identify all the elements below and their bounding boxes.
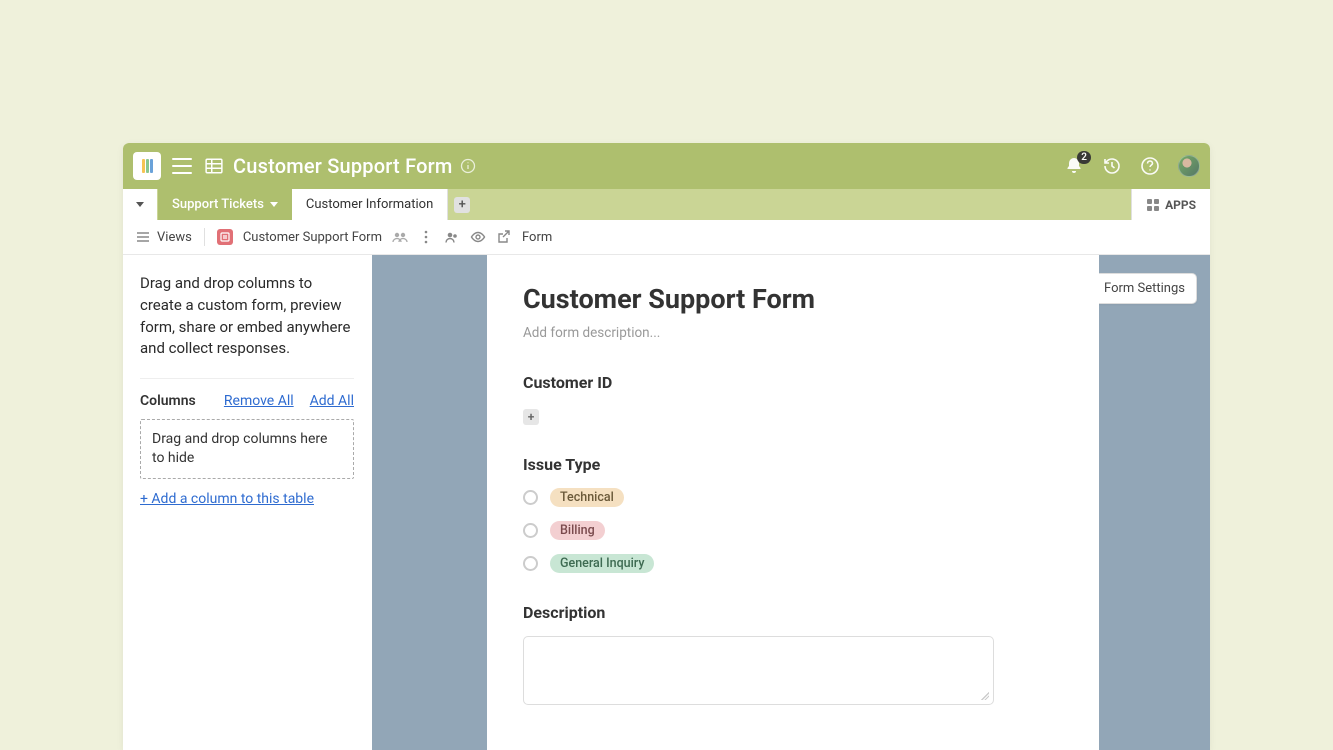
add-value-button[interactable]: + (523, 409, 539, 425)
columns-heading: Columns (140, 393, 196, 409)
radio-option-technical[interactable]: Technical (523, 488, 1063, 507)
radio-icon[interactable] (523, 523, 538, 538)
list-icon (135, 229, 151, 245)
add-tab-button[interactable]: + (448, 189, 476, 220)
export-icon[interactable] (496, 229, 512, 245)
sidebar-help-text: Drag and drop columns to create a custom… (140, 273, 354, 360)
form-type-label: Form (522, 230, 552, 245)
apps-icon (1146, 198, 1160, 212)
form-description-placeholder[interactable]: Add form description... (523, 325, 1063, 341)
help-icon[interactable] (1140, 156, 1160, 176)
page-title: Customer Support Form (233, 154, 453, 178)
field-label: Description (523, 603, 1063, 622)
chevron-down-icon (270, 202, 278, 207)
views-menu-button[interactable]: Views (135, 229, 192, 245)
history-icon[interactable] (1102, 156, 1122, 176)
tab-list-dropdown[interactable] (123, 189, 158, 220)
field-label: Issue Type (523, 455, 1063, 474)
option-pill: Technical (550, 488, 624, 507)
table-icon (205, 157, 223, 175)
description-textarea[interactable] (523, 636, 994, 705)
tabs-bar: Support Tickets Customer Information + A… (123, 189, 1210, 220)
apps-label: APPS (1165, 198, 1196, 212)
notifications-button[interactable]: 2 (1064, 156, 1084, 176)
main-area: Drag and drop columns to create a custom… (123, 255, 1210, 750)
option-pill: Billing (550, 521, 605, 540)
tab-label: Support Tickets (172, 197, 264, 212)
info-icon[interactable] (460, 158, 476, 174)
form-preview: Customer Support Form Add form descripti… (487, 255, 1099, 750)
tab-label: Customer Information (306, 197, 433, 212)
field-label: Customer ID (523, 373, 1063, 392)
option-pill: General Inquiry (550, 554, 654, 573)
preview-icon[interactable] (470, 229, 486, 245)
header-bar: Customer Support Form 2 (123, 143, 1210, 189)
field-customer-id[interactable]: Customer ID + (523, 373, 1063, 425)
add-all-link[interactable]: Add All (310, 393, 354, 409)
tab-support-tickets[interactable]: Support Tickets (158, 189, 292, 220)
share-users-icon[interactable] (444, 229, 460, 245)
field-issue-type[interactable]: Issue Type Technical Billing General Inq… (523, 455, 1063, 573)
app-window: Customer Support Form 2 Support Tickets … (123, 143, 1210, 750)
divider (204, 228, 205, 246)
tab-customer-information[interactable]: Customer Information (292, 189, 448, 220)
remove-all-link[interactable]: Remove All (224, 393, 294, 409)
form-builder-sidebar: Drag and drop columns to create a custom… (123, 255, 372, 750)
app-logo[interactable] (133, 152, 161, 180)
user-avatar[interactable] (1178, 155, 1200, 177)
more-options-icon[interactable] (418, 229, 434, 245)
apps-button[interactable]: APPS (1131, 189, 1210, 220)
form-canvas: Form Settings Customer Support Form Add … (372, 255, 1210, 750)
field-description[interactable]: Description (523, 603, 1063, 705)
current-view-name[interactable]: Customer Support Form (243, 230, 382, 245)
form-settings-button[interactable]: Form Settings (1092, 273, 1197, 304)
add-column-link[interactable]: + Add a column to this table (140, 491, 354, 507)
radio-icon[interactable] (523, 490, 538, 505)
views-label: Views (157, 230, 192, 245)
hidden-columns-dropzone[interactable]: Drag and drop columns here to hide (140, 419, 354, 479)
radio-option-billing[interactable]: Billing (523, 521, 1063, 540)
collaborators-icon[interactable] (392, 229, 408, 245)
radio-option-general[interactable]: General Inquiry (523, 554, 1063, 573)
notification-badge: 2 (1077, 151, 1091, 164)
form-view-icon (217, 229, 233, 245)
hamburger-menu-icon[interactable] (171, 155, 193, 177)
radio-icon[interactable] (523, 556, 538, 571)
form-title[interactable]: Customer Support Form (523, 283, 1063, 315)
view-toolbar: Views Customer Support Form Form (123, 220, 1210, 255)
